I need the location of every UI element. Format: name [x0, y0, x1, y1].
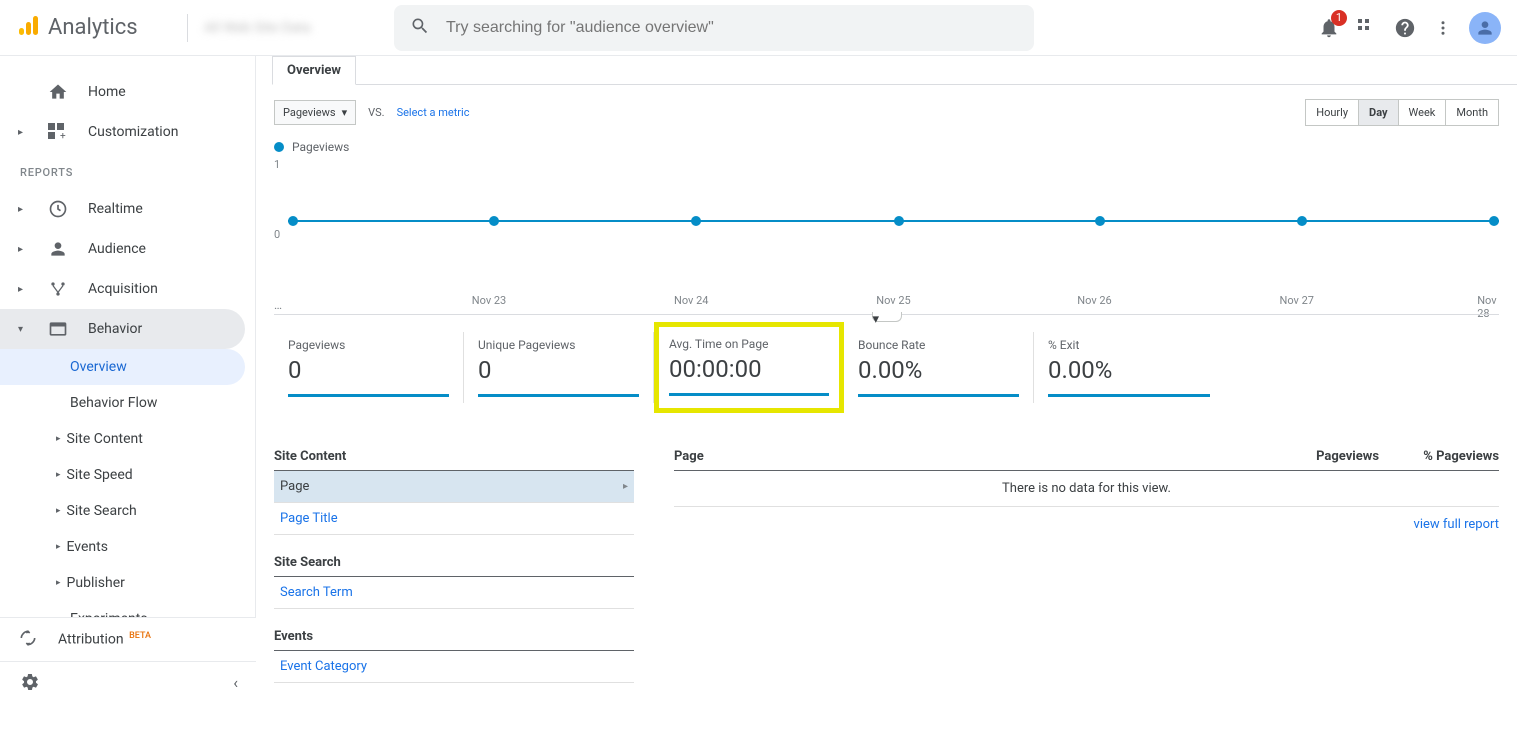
notifications-button[interactable]: 1: [1317, 16, 1341, 40]
section-site-content: Site Content: [274, 443, 634, 471]
collapse-sidebar-button[interactable]: ‹: [233, 673, 238, 692]
no-data-message: There is no data for this view.: [674, 471, 1499, 507]
logo-area: Analytics: [16, 14, 171, 42]
legend-label: Pageviews: [292, 140, 349, 154]
y-tick-0: 0: [274, 228, 280, 241]
view-full-report-link[interactable]: view full report: [674, 507, 1499, 542]
avatar[interactable]: [1469, 12, 1501, 44]
search-icon: [410, 16, 430, 40]
person-icon: [48, 239, 68, 259]
sidebar-label: Realtime: [88, 201, 143, 217]
metric-unique-pageviews[interactable]: Unique Pageviews 0: [464, 332, 654, 403]
metrics-row: Pageviews 0 Unique Pageviews 0 Avg. Time…: [256, 318, 1517, 413]
sidebar-item-attribution[interactable]: Attribution BETA: [0, 618, 256, 662]
sidebar-label: Behavior: [88, 321, 142, 337]
apps-button[interactable]: [1355, 16, 1379, 40]
time-week[interactable]: Week: [1399, 100, 1447, 125]
more-button[interactable]: [1431, 16, 1455, 40]
metric-dropdown[interactable]: Pageviews ▾: [274, 100, 356, 125]
time-hourly[interactable]: Hourly: [1306, 100, 1359, 125]
divider: [187, 14, 188, 42]
sidebar-sub-events[interactable]: ▸Events: [0, 529, 245, 565]
metric-exit[interactable]: % Exit 0.00%: [1034, 332, 1224, 403]
brand-label: Analytics: [48, 15, 138, 40]
sidebar-label: Customization: [88, 124, 178, 140]
sidebar: Home ▸ + Customization REPORTS ▸ Realtim…: [0, 56, 256, 702]
chart-toolbar: Pageviews ▾ VS. Select a metric Hourly D…: [256, 85, 1517, 140]
sidebar-sub-behavior-flow[interactable]: Behavior Flow: [0, 385, 245, 421]
metric-avg-time-on-page[interactable]: Avg. Time on Page 00:00:00: [654, 322, 844, 413]
data-table: Page Pageviews % Pageviews There is no d…: [674, 443, 1499, 683]
behavior-icon: [48, 319, 68, 339]
search-bar[interactable]: [394, 5, 1034, 51]
y-tick-1: 1: [274, 158, 280, 171]
lower-panel: Site Content Page ▸ Page Title Site Sear…: [256, 413, 1517, 693]
app-header: Analytics All Web Site Data 1: [0, 0, 1517, 56]
search-input[interactable]: [446, 19, 1018, 37]
dimension-search-term[interactable]: Search Term: [274, 577, 634, 609]
acquisition-icon: [48, 279, 68, 299]
reports-label: REPORTS: [0, 156, 255, 189]
sidebar-sub-overview[interactable]: Overview: [0, 349, 245, 385]
select-metric-link[interactable]: Select a metric: [397, 106, 470, 119]
tab-row: Overview: [272, 56, 1517, 85]
sidebar-item-audience[interactable]: ▸ Audience: [0, 229, 255, 269]
sidebar-item-behavior[interactable]: ▾ Behavior: [0, 309, 245, 349]
metric-bounce-rate[interactable]: Bounce Rate 0.00%: [844, 332, 1034, 403]
header-right: 1: [1317, 12, 1501, 44]
vs-label: VS.: [368, 106, 384, 119]
dimension-page-title[interactable]: Page Title: [274, 503, 634, 535]
clock-icon: [48, 199, 68, 219]
col-page: Page: [674, 449, 1279, 464]
customization-icon: +: [48, 123, 68, 141]
account-selector[interactable]: All Web Site Data: [204, 20, 384, 36]
sidebar-sub-site-search[interactable]: ▸Site Search: [0, 493, 245, 529]
attribution-icon: [18, 628, 38, 652]
sidebar-label: Home: [88, 84, 126, 100]
help-button[interactable]: [1393, 16, 1417, 40]
dimension-event-category[interactable]: Event Category: [274, 651, 634, 683]
chevron-right-icon: ▸: [623, 481, 628, 492]
table-header: Page Pageviews % Pageviews: [674, 443, 1499, 471]
settings-button[interactable]: [18, 670, 42, 694]
col-pct-pageviews: % Pageviews: [1379, 449, 1499, 464]
metric-pageviews[interactable]: Pageviews 0: [274, 332, 464, 403]
legend-dot: [274, 142, 284, 152]
chevron-down-icon: ▾: [342, 106, 348, 119]
sidebar-sub-site-content[interactable]: ▸Site Content: [0, 421, 245, 457]
main-content: Overview Pageviews ▾ VS. Select a metric…: [256, 56, 1517, 733]
chart-line: [288, 220, 1499, 222]
time-month[interactable]: Month: [1446, 100, 1498, 125]
chart-legend: Pageviews: [256, 140, 1517, 158]
sidebar-label: Audience: [88, 241, 146, 257]
col-pageviews: Pageviews: [1279, 449, 1379, 464]
chart-handle[interactable]: ▾: [872, 312, 902, 322]
notification-badge: 1: [1331, 10, 1347, 26]
section-events: Events: [274, 623, 634, 651]
dimension-list: Site Content Page ▸ Page Title Site Sear…: [274, 443, 634, 683]
pageviews-chart[interactable]: 1 0 … Nov 23 Nov 24 Nov 25 Nov 26 Nov 27…: [274, 158, 1499, 318]
analytics-logo-icon: [16, 14, 40, 42]
sidebar-item-customization[interactable]: ▸ + Customization: [0, 112, 255, 152]
dimension-page[interactable]: Page ▸: [274, 471, 634, 503]
sidebar-label: Acquisition: [88, 281, 158, 297]
time-day[interactable]: Day: [1359, 100, 1399, 125]
sidebar-sub-publisher[interactable]: ▸Publisher: [0, 565, 245, 601]
tab-overview[interactable]: Overview: [272, 56, 356, 85]
home-icon: [48, 82, 68, 102]
sidebar-item-realtime[interactable]: ▸ Realtime: [0, 189, 255, 229]
section-site-search: Site Search: [274, 549, 634, 577]
x-ellipsis: …: [274, 298, 282, 312]
sidebar-item-home[interactable]: Home: [0, 72, 255, 112]
sidebar-item-acquisition[interactable]: ▸ Acquisition: [0, 269, 255, 309]
sidebar-sub-site-speed[interactable]: ▸Site Speed: [0, 457, 245, 493]
svg-text:+: +: [60, 131, 66, 141]
time-granularity-toggle: Hourly Day Week Month: [1305, 99, 1499, 126]
